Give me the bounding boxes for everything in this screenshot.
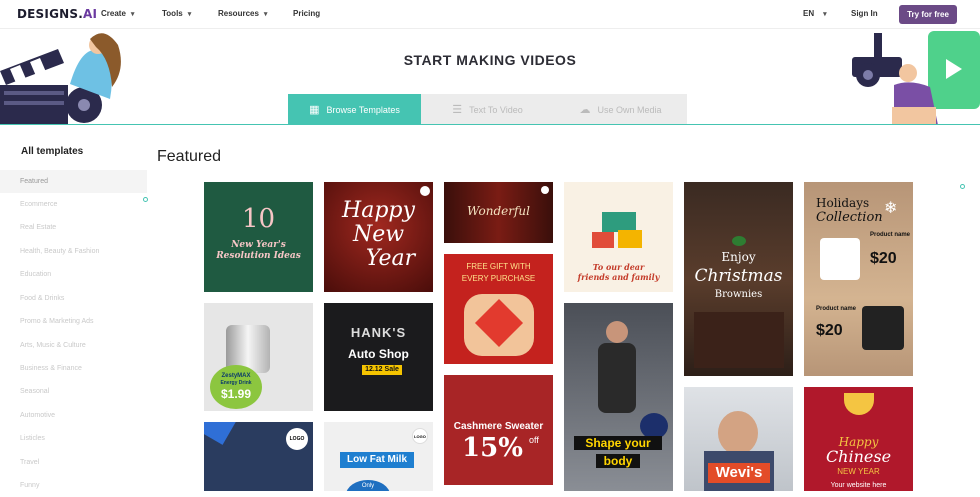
- template-card-low-fat-milk[interactable]: LOGO Low Fat Milk Only: [324, 422, 433, 491]
- template-card-wonderful[interactable]: Wonderful: [444, 182, 553, 243]
- sidebar-item-featured[interactable]: Featured: [0, 170, 147, 193]
- document-icon: ☰: [452, 104, 463, 116]
- category-sidebar: All templates Featured Ecommerce Real Es…: [0, 125, 147, 491]
- chevron-down-icon: ▾: [187, 11, 192, 18]
- template-card-christmas-brownies[interactable]: Enjoy Christmas Brownies: [684, 182, 793, 376]
- sidebar-item-business-finance[interactable]: Business & Finance: [0, 357, 147, 380]
- sidebar-item-automotive[interactable]: Automotive: [0, 404, 147, 427]
- template-card-office-photo[interactable]: LOGO: [204, 422, 313, 491]
- grid-icon: ▦: [309, 104, 320, 116]
- chevron-down-icon: ▾: [823, 11, 827, 18]
- logo-badge: LOGO: [286, 428, 308, 450]
- sidebar-item-real-estate[interactable]: Real Estate: [0, 216, 147, 239]
- price-bubble: ZestyMAX Energy Drink $1.99: [210, 365, 262, 409]
- sidebar-scroll-indicator[interactable]: [143, 197, 148, 202]
- tab-text-to-video[interactable]: ☰ Text To Video: [421, 94, 554, 125]
- template-card-holiday-gifts[interactable]: To our dear friends and family: [564, 182, 673, 292]
- chevron-down-icon: ▾: [263, 11, 268, 18]
- chevron-down-icon: ▾: [130, 11, 135, 18]
- sidebar-item-food-drinks[interactable]: Food & Drinks: [0, 287, 147, 310]
- template-card-new-year-resolution[interactable]: 10 New Year's Resolution Ideas: [204, 182, 313, 292]
- template-card-holidays-collection[interactable]: Holidays Collection ❄ Product name $20 P…: [804, 182, 913, 376]
- sidebar-item-funny[interactable]: Funny: [0, 474, 147, 497]
- template-card-auto-shop[interactable]: HANK'S Auto Shop 12.12 Sale: [324, 303, 433, 411]
- sidebar-title: All templates: [21, 146, 84, 157]
- page-title: START MAKING VIDEOS: [403, 52, 577, 68]
- sidebar-item-arts-music-culture[interactable]: Arts, Music & Culture: [0, 334, 147, 357]
- top-navbar: DESIGNS.AI Create ▾ Tools ▾ Resources ▾ Pri…: [0, 0, 980, 29]
- film-maker-illustration: [0, 33, 121, 125]
- sale-badge: 12.12 Sale: [362, 365, 402, 375]
- template-card-energy-drink[interactable]: ZestyMAX Energy Drink $1.99: [204, 303, 313, 411]
- tshirt-black-image: [862, 306, 904, 350]
- sidebar-item-promo-marketing[interactable]: Promo & Marketing Ads: [0, 310, 147, 333]
- divider: [0, 124, 980, 125]
- sidebar-item-ecommerce[interactable]: Ecommerce: [0, 193, 147, 216]
- creation-mode-tabs: ▦ Browse Templates ☰ Text To Video ☁ Use Ow…: [288, 94, 687, 125]
- main-scroll-indicator[interactable]: [960, 184, 965, 189]
- designs-ai-logo[interactable]: DESIGNS.AI: [17, 7, 97, 21]
- tab-browse-templates[interactable]: ▦ Browse Templates: [288, 94, 421, 125]
- template-card-happy-new-year[interactable]: Happy New Year: [324, 182, 433, 292]
- template-card-chinese-new-year[interactable]: Happy Chinese NEW YEAR Your website here: [804, 387, 913, 491]
- camera-operator-illustration: [852, 31, 980, 125]
- language-select[interactable]: EN ▾: [803, 9, 827, 18]
- template-card-wevis[interactable]: Wevi's: [684, 387, 793, 491]
- hero-banner: START MAKING VIDEOS ▦ Browse Templates ☰ T…: [0, 29, 980, 125]
- logo-badge: LOGO: [412, 428, 428, 444]
- nav-pricing[interactable]: Pricing: [293, 9, 320, 18]
- template-card-shape-your-body[interactable]: Shape your body: [564, 303, 673, 491]
- sidebar-item-travel[interactable]: Travel: [0, 451, 147, 474]
- sidebar-item-health-beauty-fashion[interactable]: Health, Beauty & Fashion: [0, 240, 147, 263]
- sidebar-item-education[interactable]: Education: [0, 263, 147, 286]
- cloud-upload-icon: ☁: [579, 104, 591, 116]
- nav-create[interactable]: Create ▾: [101, 9, 134, 18]
- section-heading: Featured: [157, 148, 222, 165]
- sidebar-item-seasonal[interactable]: Seasonal: [0, 380, 147, 403]
- try-for-free-button[interactable]: Try for free: [899, 5, 957, 24]
- template-card-cashmere-sweater[interactable]: Cashmere Sweater 15% off: [444, 375, 553, 485]
- snowflake-icon: ❄: [884, 200, 898, 217]
- tshirt-white-image: [820, 238, 860, 280]
- tab-use-own-media[interactable]: ☁ Use Own Media: [554, 94, 687, 125]
- template-card-free-gift[interactable]: FREE GIFT WITH EVERY PURCHASE: [444, 254, 553, 364]
- sign-in-link[interactable]: Sign In: [851, 9, 878, 18]
- sidebar-item-listicles[interactable]: Listicles: [0, 427, 147, 450]
- nav-resources[interactable]: Resources ▾: [218, 9, 267, 18]
- nav-tools[interactable]: Tools ▾: [162, 9, 191, 18]
